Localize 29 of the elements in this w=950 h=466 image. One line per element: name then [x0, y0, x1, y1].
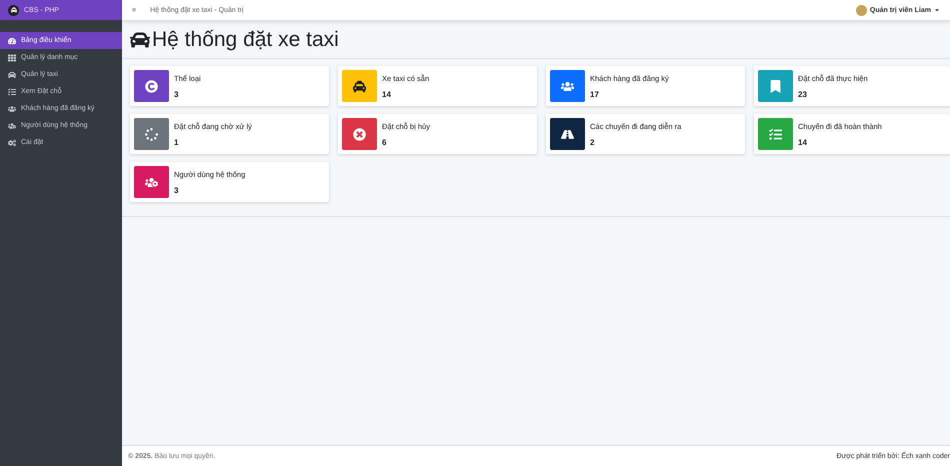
stat-value: 14 [798, 138, 808, 146]
stat-value: 14 [382, 90, 392, 98]
caret-icon [934, 7, 940, 13]
spinner-icon [145, 128, 158, 140]
stat-value: 3 [174, 186, 180, 194]
bookmark-icon [769, 80, 782, 92]
users-gear-icon [8, 122, 16, 130]
users-gear-icon [145, 176, 158, 188]
copyright-icon [145, 80, 158, 92]
avatar-icon [856, 4, 867, 16]
stat-value: 1 [174, 138, 180, 146]
users-icon [8, 104, 16, 112]
checklist-icon [8, 88, 16, 96]
stat-value: 3 [174, 90, 180, 98]
page-title: Hệ thống đặt xe taxi [152, 28, 339, 52]
road-icon [561, 128, 574, 140]
checklist-icon [769, 128, 782, 140]
gears-icon [8, 138, 16, 146]
car-icon [8, 70, 16, 78]
stat-value: 6 [382, 138, 388, 146]
stat-value: 23 [798, 90, 808, 98]
taxi-logo-icon [8, 4, 19, 16]
car-icon [130, 30, 150, 50]
taxi-icon [353, 80, 366, 92]
dashboard-icon [8, 36, 16, 44]
stat-value: 17 [590, 90, 600, 98]
users-icon [561, 80, 574, 92]
grid-icon [8, 54, 16, 62]
stat-value: 2 [590, 138, 596, 146]
